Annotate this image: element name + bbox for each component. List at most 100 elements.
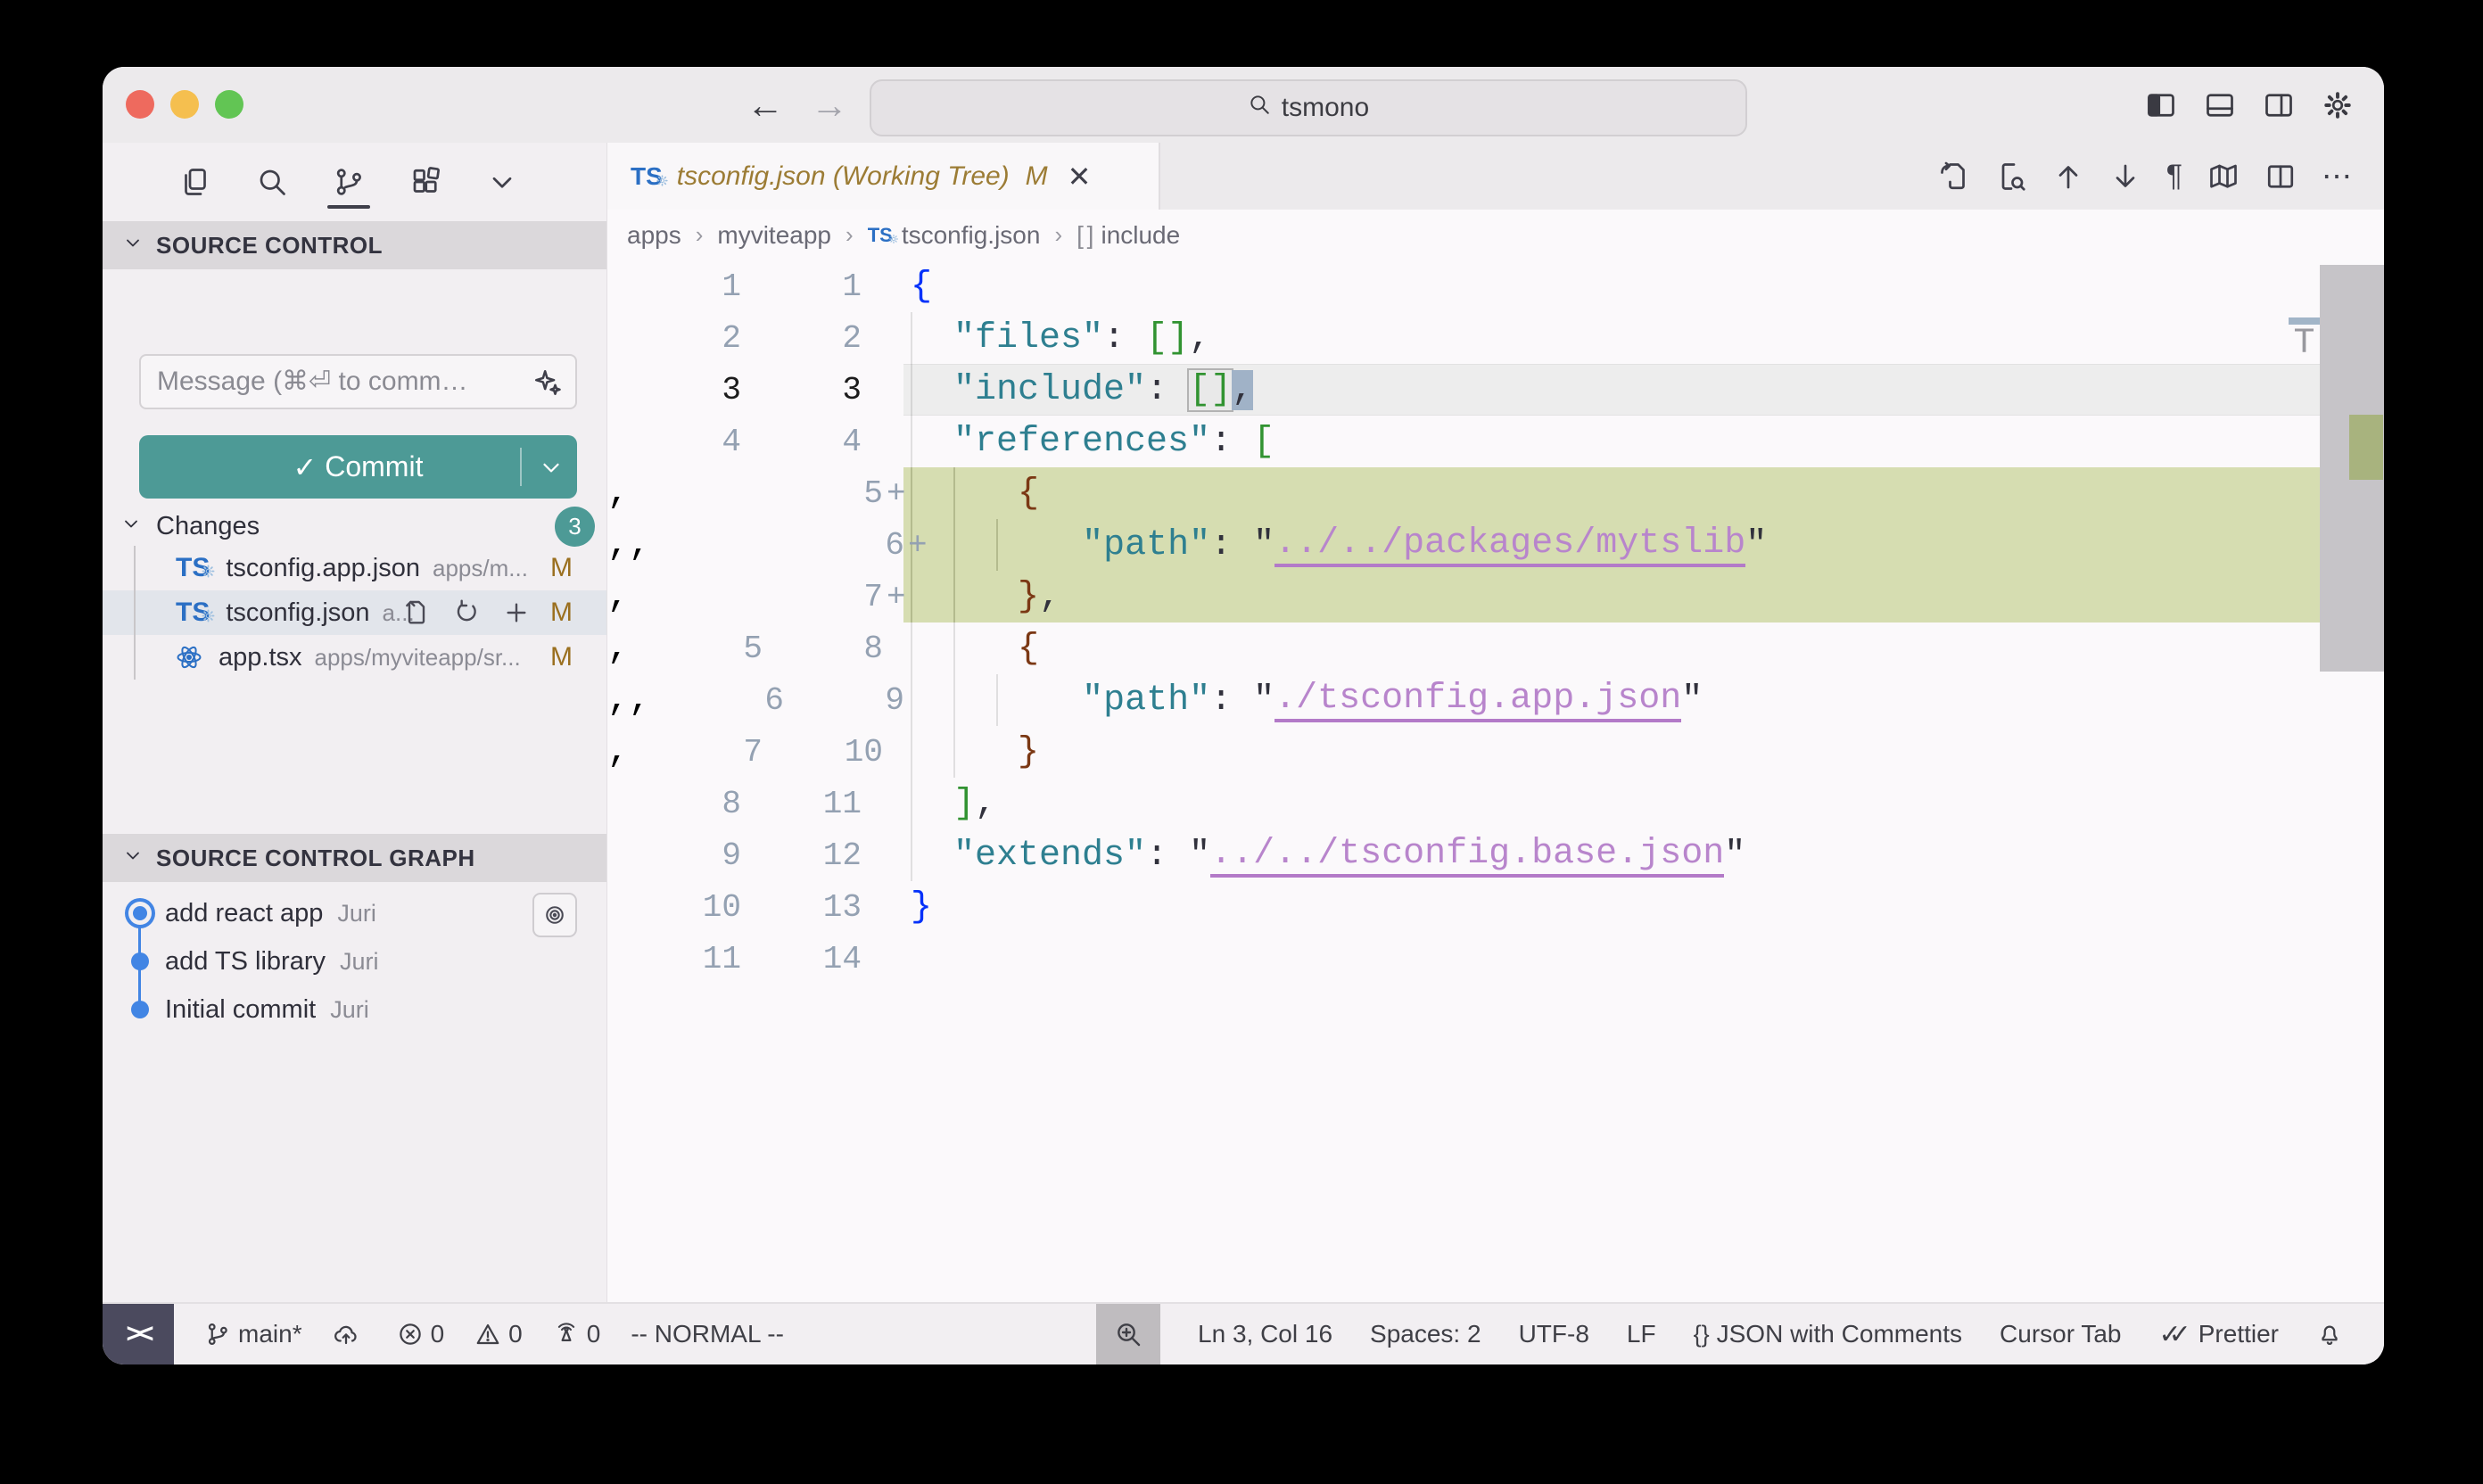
status-utf-8[interactable]: UTF-8 <box>1519 1320 1589 1348</box>
remote-indicator[interactable]: >< <box>103 1304 174 1364</box>
modified-badge: M <box>550 598 573 628</box>
line-number-original: 1 <box>607 268 741 305</box>
line-number-original: 2 <box>607 320 741 357</box>
line-number-modified: 12 <box>741 837 862 874</box>
status-cursor-tab[interactable]: Cursor Tab <box>2000 1320 2121 1348</box>
diff-added-marker: + <box>904 527 953 564</box>
activity-source-control[interactable] <box>333 143 365 221</box>
activity-files[interactable] <box>179 143 211 221</box>
source-control-header[interactable]: SOURCE CONTROL <box>103 221 626 269</box>
app-window: ← → tsmono SOURCE CONTROL ✓ Commit Chang… <box>103 67 2384 1364</box>
breadcrumb-item-include[interactable]: [ ]include <box>1077 221 1180 250</box>
source-control-graph-header[interactable]: SOURCE CONTROL GRAPH <box>103 834 626 882</box>
sparkle-icon[interactable] <box>532 367 563 402</box>
file-search-icon[interactable] <box>1995 161 2027 193</box>
discard-icon[interactable] <box>452 598 481 627</box>
status-prettier[interactable]: ✓✓Prettier <box>2158 1319 2279 1350</box>
code-line[interactable]: , 7 10 } <box>607 726 2384 778</box>
code-line[interactable]: ,, 6 9 "path": "./tsconfig.app.json" <box>607 674 2384 726</box>
breadcrumb-item-apps[interactable]: apps <box>627 221 681 250</box>
status-spaces-2[interactable]: Spaces: 2 <box>1370 1320 1481 1348</box>
status-main[interactable]: main* <box>204 1320 302 1348</box>
code-line[interactable]: , 5 8 { <box>607 622 2384 674</box>
minimize-window-button[interactable] <box>170 90 199 119</box>
code-line[interactable]: 10 13 } <box>607 881 2384 933</box>
activity-extensions[interactable] <box>409 143 441 221</box>
change-row-tsconfig.app.json[interactable]: TS tsconfig.app.json apps/m... M <box>103 546 606 590</box>
close-window-button[interactable] <box>126 90 154 119</box>
change-row-tsconfig.json[interactable]: TS tsconfig.json a... M <box>103 590 606 635</box>
file-name: tsconfig.json <box>226 598 369 628</box>
code-line[interactable]: , 7 + }, <box>607 571 2384 622</box>
tree-indent-guide <box>134 635 136 680</box>
open-changes-icon[interactable] <box>1938 161 1970 193</box>
forward-arrow-icon[interactable]: → <box>811 84 848 127</box>
code-line[interactable]: 9 12 "extends": "../../tsconfig.base.jso… <box>607 829 2384 881</box>
status-json-with-comments[interactable]: {}JSON with Comments <box>1694 1320 1962 1348</box>
close-icon[interactable]: ✕ <box>1068 160 1092 194</box>
commit-dropdown-button[interactable] <box>538 435 565 499</box>
status-cloud-upload[interactable] <box>333 1321 367 1348</box>
status-0[interactable]: 0 <box>397 1320 445 1348</box>
ellipsis-icon[interactable]: ⋯ <box>2322 159 2352 194</box>
status-bell[interactable] <box>2316 1321 2350 1348</box>
change-row-app.tsx[interactable]: app.tsx apps/myviteapp/sr... M <box>103 635 606 680</box>
commit-message-input[interactable] <box>139 354 577 409</box>
open-file-icon[interactable] <box>402 598 431 627</box>
arrow-down-icon[interactable] <box>2109 161 2141 193</box>
layout-sidebar-right-icon[interactable] <box>2263 89 2295 121</box>
code-line[interactable]: ,, 6 + "path": "../../packages/mytslib" <box>607 519 2384 571</box>
line-number-modified: 6 <box>784 527 904 564</box>
code-line[interactable]: 8 11 ], <box>607 778 2384 829</box>
status-bar: >< main* 0 0 0 -- NORMAL -- Ln 3, Col 16 Space… <box>103 1302 2384 1364</box>
activity-chevron-down[interactable] <box>486 143 518 221</box>
line-number-original: 11 <box>607 941 741 977</box>
split-editor-icon[interactable] <box>2264 161 2297 193</box>
pilcrow-icon[interactable]: ¶ <box>2166 159 2182 194</box>
breadcrumb-item-myviteapp[interactable]: myviteapp <box>717 221 831 250</box>
commit-button[interactable]: ✓ Commit <box>139 435 577 499</box>
map-icon[interactable] <box>2207 161 2240 193</box>
commit-dot <box>131 1001 149 1018</box>
status-normal[interactable]: -- NORMAL -- <box>631 1320 784 1348</box>
code-line[interactable]: 4 4 "references": [ <box>607 416 2384 467</box>
stage-icon[interactable] <box>502 598 531 627</box>
arrow-up-icon[interactable] <box>2052 161 2084 193</box>
gear-icon[interactable] <box>2322 89 2354 121</box>
maximize-window-button[interactable] <box>215 90 243 119</box>
search-value: tsmono <box>1282 93 1369 123</box>
layout-panel-icon[interactable] <box>2204 89 2236 121</box>
commit-row[interactable]: Initial commit Juri <box>103 985 606 1034</box>
back-arrow-icon[interactable]: ← <box>747 84 784 127</box>
code-line[interactable]: 3 3 "include": [], <box>607 364 2384 416</box>
modified-badge: M <box>550 642 573 672</box>
code-line[interactable]: 1 1 { <box>607 260 2384 312</box>
chevron-down-icon <box>120 512 142 541</box>
zoom-in-button[interactable] <box>1096 1304 1160 1364</box>
breadcrumb-item-tsconfig.json[interactable]: TStsconfig.json <box>868 221 1041 250</box>
tsconfig-file-icon: TS <box>176 555 210 581</box>
goto-head-button[interactable] <box>532 893 577 937</box>
line-number-original: 7 <box>629 734 763 771</box>
code-line[interactable]: , 5 + { <box>607 467 2384 519</box>
status-ln-3-col-16[interactable]: Ln 3, Col 16 <box>1198 1320 1332 1348</box>
commit-row[interactable]: add react app Juri <box>103 889 606 937</box>
tab-tsconfig-working-tree[interactable]: TS tsconfig.json (Working Tree) M ✕ <box>607 143 1160 210</box>
code-line[interactable]: 11 14 <box>607 933 2384 985</box>
command-center-search[interactable]: tsmono <box>870 79 1747 136</box>
changes-section-header[interactable]: Changes 3 <box>103 508 624 544</box>
file-path: apps/m... <box>433 555 528 582</box>
status-lf[interactable]: LF <box>1627 1320 1656 1348</box>
activity-search[interactable] <box>256 143 288 221</box>
array-symbol-icon: [ ] <box>1077 221 1092 250</box>
breadcrumb-separator: › <box>1054 221 1062 249</box>
commit-dot <box>131 952 149 970</box>
commit-author: Juri <box>337 900 376 928</box>
status-0[interactable]: 0 <box>474 1320 523 1348</box>
commit-row[interactable]: add TS library Juri <box>103 937 606 985</box>
file-path: apps/myviteapp/sr... <box>315 644 521 672</box>
code-line[interactable]: 2 2 "files": [], <box>607 312 2384 364</box>
line-number-modified: 5 <box>763 475 883 512</box>
status-0[interactable]: 0 <box>553 1320 601 1348</box>
layout-sidebar-left-icon[interactable] <box>2145 89 2177 121</box>
